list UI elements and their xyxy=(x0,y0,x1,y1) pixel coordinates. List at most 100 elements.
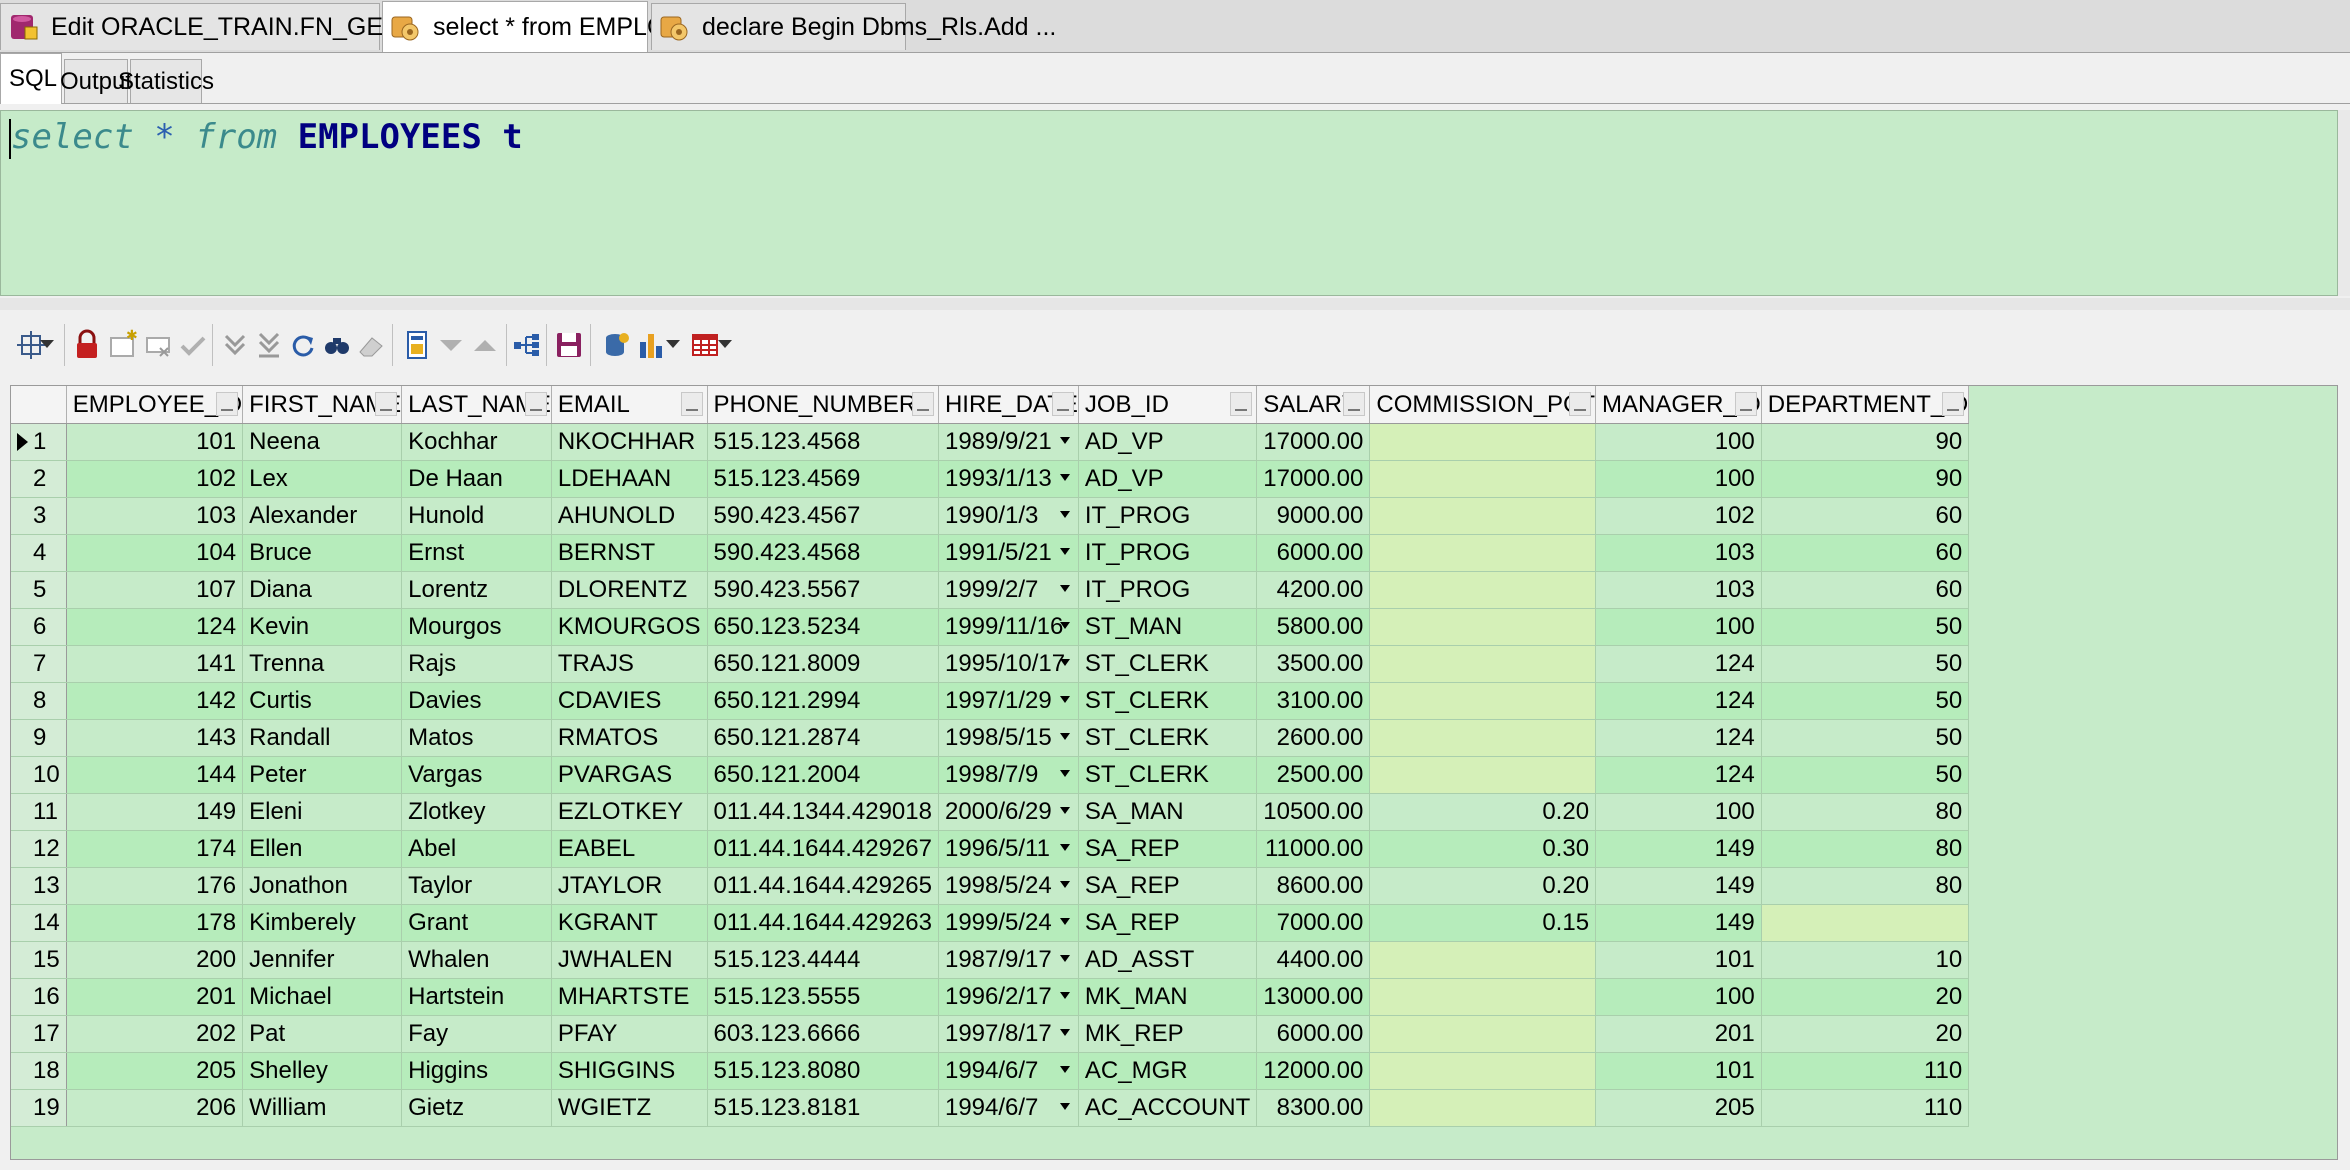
row-number[interactable]: 19 xyxy=(11,1089,67,1127)
grid-cell[interactable]: Jennifer xyxy=(242,941,403,979)
grid-cell[interactable]: 5800.00 xyxy=(1256,608,1371,646)
grid-cell[interactable]: 590.423.4568 xyxy=(707,534,939,572)
grid-cell[interactable]: 149 xyxy=(66,793,244,831)
grid-cell[interactable]: PFAY xyxy=(551,1015,708,1053)
date-dropdown-icon[interactable] xyxy=(1059,992,1070,999)
grid-cell[interactable]: 011.44.1644.429267 xyxy=(707,830,939,868)
grid-cell[interactable]: William xyxy=(242,1089,403,1127)
grid-cell[interactable]: 1990/1/3 xyxy=(938,497,1079,535)
connect-icon[interactable] xyxy=(598,326,636,364)
grid-cell[interactable]: 590.423.4567 xyxy=(707,497,939,535)
grid-cell[interactable]: RMATOS xyxy=(551,719,708,757)
grid-cell[interactable]: Trenna xyxy=(242,645,403,683)
table-row[interactable]: 5 107 Diana Lorentz DLORENTZ 590.423.5567 1999… xyxy=(11,571,1970,609)
grid-cell[interactable]: Davies xyxy=(401,682,552,720)
result-grid[interactable]: EMPLOYEE_ID FIRST_NAME LAST_NAME EMAIL P… xyxy=(10,385,2338,1160)
grid-cell[interactable]: Whalen xyxy=(401,941,552,979)
row-number[interactable]: 16 xyxy=(11,978,67,1016)
grid-cell[interactable]: 50 xyxy=(1761,719,1970,757)
grid-cell[interactable]: De Haan xyxy=(401,460,552,498)
grid-cell[interactable]: Neena xyxy=(242,423,403,461)
grid-cell[interactable]: 2600.00 xyxy=(1256,719,1371,757)
grid-cell[interactable]: Shelley xyxy=(242,1052,403,1090)
doc-tab-declare-begin[interactable]: declare Begin Dbms_Rls.Add ... xyxy=(651,3,1056,50)
row-number[interactable]: 4 xyxy=(11,534,67,572)
grid-cell[interactable]: 124 xyxy=(1595,645,1762,683)
grid-cell[interactable]: 110 xyxy=(1761,1089,1970,1127)
tab-sql[interactable]: SQL xyxy=(0,53,62,104)
grid-cell[interactable]: Lex xyxy=(242,460,403,498)
grid-cell[interactable] xyxy=(1369,608,1597,646)
column-header[interactable]: DEPARTMENT_ID xyxy=(1761,386,1970,424)
row-number[interactable]: 8 xyxy=(11,682,67,720)
grid-cell[interactable] xyxy=(1369,1015,1597,1053)
grid-cell[interactable]: 9000.00 xyxy=(1256,497,1371,535)
grid-cell[interactable]: ST_CLERK xyxy=(1078,682,1258,720)
grid-cell[interactable]: 90 xyxy=(1761,460,1970,498)
date-dropdown-icon[interactable] xyxy=(1059,511,1070,518)
sort-icon[interactable] xyxy=(216,392,239,416)
grid-cell[interactable]: 1998/7/9 xyxy=(938,756,1079,794)
sort-icon[interactable] xyxy=(524,392,547,416)
grid-cell[interactable]: Hunold xyxy=(401,497,552,535)
grid-cell[interactable]: Mourgos xyxy=(401,608,552,646)
grid-cell[interactable]: Matos xyxy=(401,719,552,757)
grid-cell[interactable]: Kevin xyxy=(242,608,403,646)
grid-cell[interactable]: 1999/11/16 xyxy=(938,608,1079,646)
column-header[interactable]: PHONE_NUMBER xyxy=(707,386,939,424)
sort-icon[interactable] xyxy=(680,392,703,416)
grid-cell[interactable]: 0.15 xyxy=(1369,904,1597,942)
grid-cell[interactable]: Lorentz xyxy=(401,571,552,609)
grid-cell[interactable]: 11000.00 xyxy=(1256,830,1371,868)
grid-cell[interactable]: 2000/6/29 xyxy=(938,793,1079,831)
grid-cell[interactable]: 1994/6/7 xyxy=(938,1089,1079,1127)
export-icon[interactable] xyxy=(398,326,436,364)
grid-cell[interactable]: 650.121.8009 xyxy=(707,645,939,683)
grid-cell[interactable]: 1993/1/13 xyxy=(938,460,1079,498)
table-row[interactable]: 7 141 Trenna Rajs TRAJS 650.121.8009 1995/10/1… xyxy=(11,645,1970,683)
grid-cell[interactable]: 103 xyxy=(1595,534,1762,572)
date-dropdown-icon[interactable] xyxy=(1059,696,1070,703)
save-icon[interactable] xyxy=(550,326,588,364)
grid-cell[interactable]: Kochhar xyxy=(401,423,552,461)
grid-cell[interactable]: 10 xyxy=(1761,941,1970,979)
table-row[interactable]: 11 149 Eleni Zlotkey EZLOTKEY 011.44.1344.429… xyxy=(11,793,1970,831)
grid-cell[interactable]: 0.30 xyxy=(1369,830,1597,868)
table-row[interactable]: 10 144 Peter Vargas PVARGAS 650.121.2004 1998/… xyxy=(11,756,1970,794)
grid-cell[interactable]: 1998/5/24 xyxy=(938,867,1079,905)
grid-cell[interactable]: SA_MAN xyxy=(1078,793,1258,831)
grid-cell[interactable]: EABEL xyxy=(551,830,708,868)
grid-cell[interactable]: 124 xyxy=(1595,719,1762,757)
grid-cell[interactable]: 8300.00 xyxy=(1256,1089,1371,1127)
grid-cell[interactable]: 141 xyxy=(66,645,244,683)
grid-cell[interactable]: SA_REP xyxy=(1078,867,1258,905)
sort-icon[interactable] xyxy=(911,392,934,416)
grid-cell[interactable]: IT_PROG xyxy=(1078,534,1258,572)
grid-cell[interactable]: 60 xyxy=(1761,534,1970,572)
grid-cell[interactable]: 205 xyxy=(1595,1089,1762,1127)
column-header[interactable]: COMMISSION_PCT xyxy=(1369,386,1597,424)
row-number[interactable]: 1 xyxy=(11,423,67,461)
grid-cell[interactable]: 1996/5/11 xyxy=(938,830,1079,868)
grid-cell[interactable]: Abel xyxy=(401,830,552,868)
grid-cell[interactable]: AD_VP xyxy=(1078,423,1258,461)
date-dropdown-icon[interactable] xyxy=(1059,659,1070,666)
grid-cell[interactable]: 515.123.4568 xyxy=(707,423,939,461)
grid-cell[interactable]: 1989/9/21 xyxy=(938,423,1079,461)
grid-cell[interactable]: JWHALEN xyxy=(551,941,708,979)
row-number[interactable]: 13 xyxy=(11,867,67,905)
grid-cell[interactable]: 60 xyxy=(1761,571,1970,609)
grid-cell[interactable]: Taylor xyxy=(401,867,552,905)
grid-cell[interactable]: 650.121.2874 xyxy=(707,719,939,757)
grid-cell[interactable]: Hartstein xyxy=(401,978,552,1016)
grid-cell[interactable]: EZLOTKEY xyxy=(551,793,708,831)
grid-cell[interactable]: 201 xyxy=(1595,1015,1762,1053)
grid-cell[interactable]: ST_CLERK xyxy=(1078,645,1258,683)
grid-cell[interactable]: 206 xyxy=(66,1089,244,1127)
grid-cell[interactable]: 10500.00 xyxy=(1256,793,1371,831)
grid-cell[interactable]: 20 xyxy=(1761,978,1970,1016)
date-dropdown-icon[interactable] xyxy=(1059,1103,1070,1110)
column-header[interactable]: EMAIL xyxy=(551,386,708,424)
grid-cell[interactable]: 50 xyxy=(1761,756,1970,794)
grid-cell[interactable]: 17000.00 xyxy=(1256,460,1371,498)
